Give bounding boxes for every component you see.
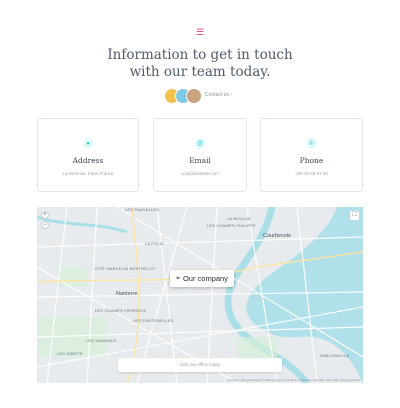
marker-label: Our company [182,274,228,283]
map-label: LES CHAMPS-PHILIPPE [207,223,256,228]
map-canvas [37,207,363,383]
map-label: LA FOLIE [145,241,164,246]
team-avatars [164,88,202,104]
zoom-in-button[interactable]: + [41,211,49,219]
address-card: ● Address La Defense, Paris France [37,118,139,192]
map-label: LES DAMADES [86,338,117,343]
map-label: Nanterre [116,291,138,297]
at-sign-icon: @ [194,138,206,149]
card-subtitle: La Defense, Paris France [62,171,114,176]
map-label: LES FAUVELLES [125,207,160,212]
map-label: SABLONVILLE [320,353,350,358]
avatar [186,88,202,104]
page-title: Information to get in touch with our tea… [0,47,400,81]
card-title: Address [72,156,104,165]
phone-icon: ✆ [306,138,317,149]
phone-card: ✆ Phone +05 45 68 87 65 [260,118,363,192]
map-label: LES CHAMPS PIERREUX [95,308,147,313]
location-pin-icon: ⌖ [176,274,180,282]
company-marker[interactable]: ⌖ Our company [170,270,234,287]
map-label: LA BOUCLE [227,216,252,221]
map-label: LES GIBETS [57,351,83,356]
card-title: Email [189,156,211,165]
map-attribution: Données cartographiques ©2021 Google Con… [227,378,360,382]
card-subtitle[interactable]: cool@website.com [181,171,219,176]
contact-us-link[interactable]: Contact us › [205,92,232,98]
headline-line-2: with our team today. [129,64,271,80]
card-subtitle[interactable]: +05 45 68 87 65 [295,171,328,176]
location-pin-icon: ● [82,138,94,149]
headline-line-1: Information to get in touch [107,47,293,63]
fullscreen-icon[interactable]: ⛶ [350,211,359,220]
visit-office-button[interactable]: Visit our office today [118,358,282,372]
map[interactable]: LES FAUVELLES LA BOUCLE LES CHAMPS-PHILI… [37,207,363,383]
card-title: Phone [299,156,324,165]
list-icon: ☰ [195,26,205,37]
map-label: LES FONTENELLES [133,318,174,323]
email-card: @ Email cool@website.com [153,118,247,192]
zoom-out-button[interactable]: − [41,221,49,229]
map-label: CITÉ MARCELIN BERTHELOT [95,266,156,271]
map-label: Courbevoie [263,233,292,239]
